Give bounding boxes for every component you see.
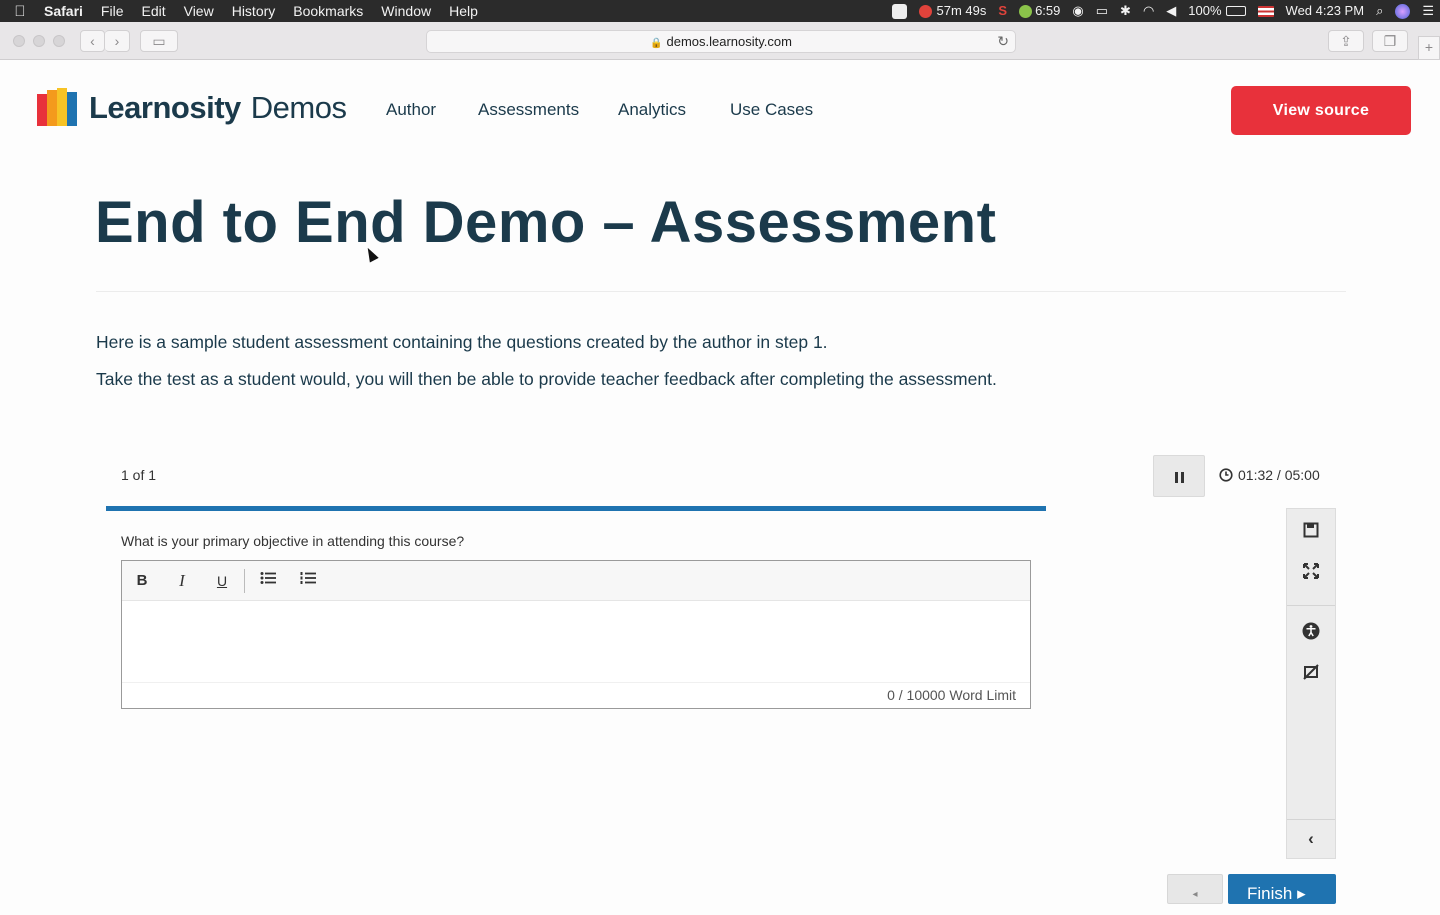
sidebar-toggle-button[interactable]: ▭ bbox=[140, 30, 178, 52]
site-logo[interactable]: Learnosity Demos bbox=[35, 86, 347, 130]
window-minimize-button[interactable] bbox=[33, 35, 45, 47]
url-text: demos.learnosity.com bbox=[666, 34, 792, 49]
wifi-icon[interactable]: ◠ bbox=[1137, 0, 1160, 22]
chevron-right-icon: › bbox=[114, 33, 120, 49]
italic-icon[interactable]: I bbox=[170, 571, 194, 591]
bluetooth-icon[interactable]: ✱ bbox=[1114, 0, 1137, 22]
bullet-list-icon[interactable] bbox=[256, 571, 280, 591]
intro-paragraph-1: Here is a sample student assessment cont… bbox=[96, 332, 828, 352]
shield-status-icon[interactable] bbox=[886, 3, 913, 19]
battery-status[interactable]: 100% bbox=[1182, 0, 1251, 22]
nav-assessments[interactable]: Assessments bbox=[478, 100, 579, 120]
title-divider bbox=[96, 291, 1346, 292]
nav-analytics[interactable]: Analytics bbox=[618, 100, 686, 120]
assessment-progress-bar bbox=[106, 506, 1046, 511]
masking-icon[interactable] bbox=[1287, 653, 1335, 689]
menu-view[interactable]: View bbox=[175, 0, 223, 22]
tabs-icon: ❐ bbox=[1383, 33, 1397, 49]
intro-paragraph-2: Take the test as a student would, you wi… bbox=[96, 369, 997, 389]
clock-datetime[interactable]: Wed 4:23 PM bbox=[1280, 0, 1371, 22]
nav-author[interactable]: Author bbox=[386, 100, 436, 120]
timer-status-b-text: 6:59 bbox=[1035, 3, 1061, 18]
sidebar-icon: ▭ bbox=[152, 33, 166, 49]
clock-icon bbox=[1219, 468, 1233, 482]
timer-status-a[interactable]: 57m 49s bbox=[913, 0, 993, 22]
editor-toolbar-separator bbox=[244, 569, 245, 593]
assessment-timer: 01:32 / 05:00 bbox=[1219, 467, 1320, 483]
logo-word-demos: Demos bbox=[250, 90, 347, 125]
nav-use-cases[interactable]: Use Cases bbox=[730, 100, 813, 120]
underline-icon[interactable]: U bbox=[210, 571, 234, 591]
macos-menubar:  Safari File Edit View History Bookmark… bbox=[0, 0, 1440, 22]
battery-icon bbox=[1225, 6, 1246, 16]
editor-toolbar: B I U bbox=[122, 561, 1030, 601]
spotlight-search-icon[interactable]: ⌕ bbox=[1370, 0, 1389, 22]
notification-center-icon[interactable]: ☰ bbox=[1416, 0, 1440, 22]
collapse-panel-icon[interactable]: ‹ bbox=[1287, 821, 1335, 857]
menu-edit[interactable]: Edit bbox=[132, 0, 174, 22]
question-stem: What is your primary objective in attend… bbox=[121, 533, 465, 549]
timer-status-a-text: 57m 49s bbox=[936, 3, 987, 18]
menu-help[interactable]: Help bbox=[440, 0, 487, 22]
item-counter: 1 of 1 bbox=[121, 467, 157, 483]
learnosity-logo-icon bbox=[37, 88, 77, 126]
menu-app-name[interactable]: Safari bbox=[40, 0, 92, 22]
volume-icon[interactable]: ◀ bbox=[1160, 0, 1182, 22]
input-source-flag-icon[interactable] bbox=[1252, 5, 1280, 17]
numbered-list-icon[interactable] bbox=[296, 571, 320, 591]
side-toolbar-separator bbox=[1287, 605, 1335, 606]
assessment-side-toolbar: ‹ bbox=[1286, 508, 1336, 859]
browser-toolbar: ‹ › ▭ 🔒 demos.learnosity.com ↻ ⇪ ❐ + bbox=[0, 22, 1440, 60]
menubar-status-area: 57m 49s S 6:59 ◉ ▭ ✱ ◠ ◀ 100% Wed 4:23 P… bbox=[886, 0, 1440, 22]
chevron-left-icon: ‹ bbox=[90, 33, 95, 49]
view-source-button[interactable]: View source bbox=[1231, 86, 1411, 135]
accessibility-icon[interactable] bbox=[1287, 612, 1335, 648]
airplay-icon[interactable]: ▭ bbox=[1090, 0, 1114, 22]
window-close-button[interactable] bbox=[13, 35, 25, 47]
new-tab-button[interactable]: + bbox=[1418, 36, 1440, 60]
menu-window[interactable]: Window bbox=[372, 0, 440, 22]
side-toolbar-bottom-separator bbox=[1287, 819, 1335, 820]
essay-response-editor[interactable]: B I U 0 / 10000 Word Limit bbox=[121, 560, 1031, 709]
share-button[interactable]: ⇪ bbox=[1328, 30, 1364, 52]
window-zoom-button[interactable] bbox=[53, 35, 65, 47]
chevron-left-icon: ◂ bbox=[1192, 889, 1198, 900]
onepassword-icon[interactable]: ◉ bbox=[1066, 0, 1089, 22]
lock-icon: 🔒 bbox=[650, 38, 663, 49]
forward-button[interactable]: › bbox=[105, 30, 130, 52]
pause-button[interactable] bbox=[1153, 455, 1205, 497]
apple-menu-icon[interactable]:  bbox=[0, 3, 40, 20]
back-button[interactable]: ‹ bbox=[80, 30, 105, 52]
menu-history[interactable]: History bbox=[223, 0, 285, 22]
logo-word-learnosity: Learnosity bbox=[89, 90, 241, 125]
timer-text: 01:32 / 05:00 bbox=[1238, 467, 1320, 483]
menu-file[interactable]: File bbox=[92, 0, 133, 22]
menu-bookmarks[interactable]: Bookmarks bbox=[284, 0, 372, 22]
bold-icon[interactable]: B bbox=[130, 571, 154, 591]
timer-status-b[interactable]: 6:59 bbox=[1013, 0, 1066, 22]
page-title: End to End Demo – Assessment bbox=[95, 190, 997, 255]
tabs-overview-button[interactable]: ❐ bbox=[1372, 30, 1408, 52]
address-bar[interactable]: 🔒 demos.learnosity.com ↻ bbox=[426, 30, 1016, 53]
reload-icon[interactable]: ↻ bbox=[997, 31, 1009, 52]
plus-icon: + bbox=[1424, 39, 1434, 55]
word-count: 0 / 10000 Word Limit bbox=[122, 682, 1030, 708]
web-page: Learnosity Demos Author Assessments Anal… bbox=[0, 61, 1440, 904]
fullscreen-icon[interactable] bbox=[1287, 552, 1335, 588]
siri-icon[interactable] bbox=[1389, 3, 1416, 19]
save-icon[interactable] bbox=[1287, 511, 1335, 547]
battery-percent: 100% bbox=[1188, 3, 1222, 18]
s-status-icon[interactable]: S bbox=[992, 0, 1013, 22]
share-icon: ⇪ bbox=[1340, 33, 1352, 49]
